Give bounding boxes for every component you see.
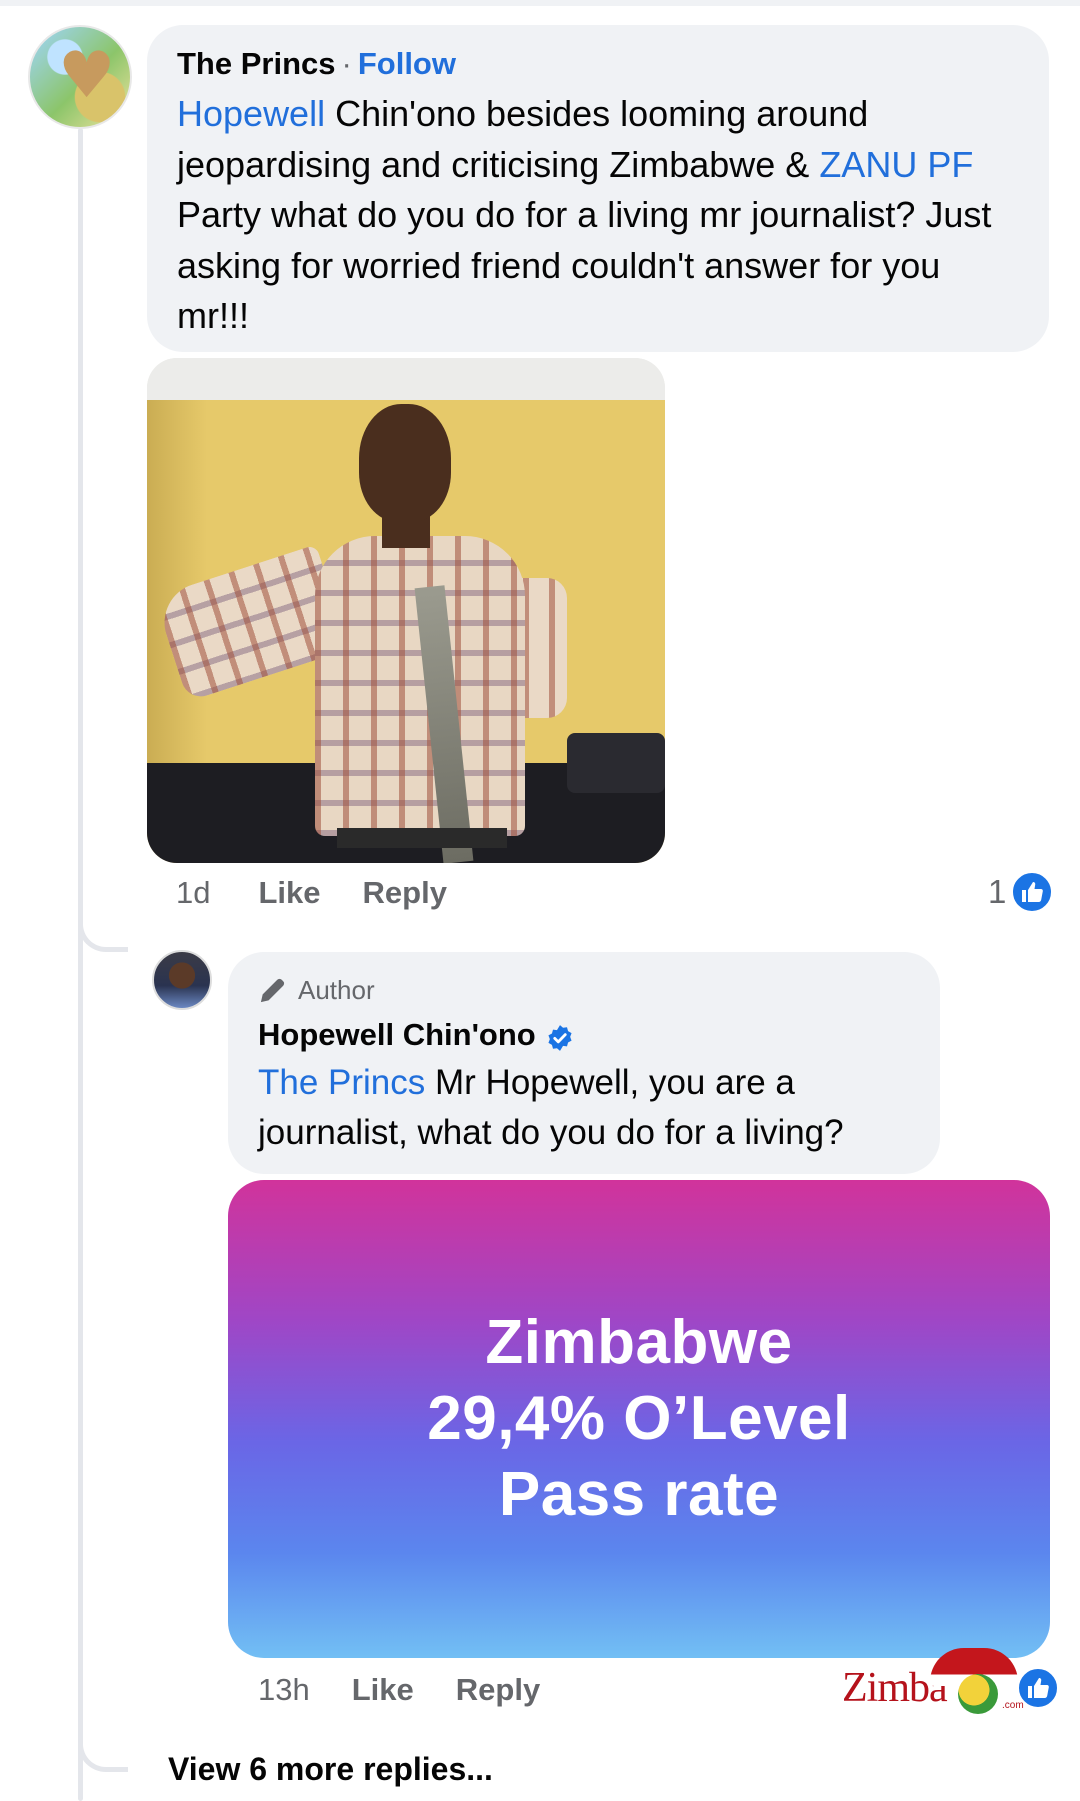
reply-author-name[interactable]: Hopewell Chin'ono xyxy=(258,1014,536,1056)
pen-icon xyxy=(258,975,288,1005)
follow-button[interactable]: Follow xyxy=(358,46,456,81)
image-text-line: Zimbabwe xyxy=(485,1308,793,1377)
reply-button[interactable]: Reply xyxy=(363,875,447,911)
reply-text: The Princs Mr Hopewell, you are a journa… xyxy=(258,1058,910,1158)
avatar-emblem-icon: ♥ xyxy=(58,38,116,113)
photo-shirt xyxy=(315,536,525,836)
author-badge: Author xyxy=(258,974,910,1006)
thread-connector-more xyxy=(78,1720,128,1772)
image-text-line: Pass rate xyxy=(498,1460,780,1529)
reply-timestamp[interactable]: 13h xyxy=(258,1672,310,1708)
image-text-line: 29,4% O’Level xyxy=(427,1384,851,1453)
watermark-suffix: .com xyxy=(1002,1700,1024,1711)
photo-sofa-arm xyxy=(567,733,665,793)
thread-connector xyxy=(78,900,128,952)
mention-link[interactable]: ZANU PF xyxy=(819,144,973,185)
like-button[interactable]: Like xyxy=(258,875,320,911)
mention-link[interactable]: The Princs xyxy=(258,1063,425,1102)
verified-icon xyxy=(546,1021,574,1051)
reply-header: Hopewell Chin'ono xyxy=(258,1014,910,1056)
avatar[interactable] xyxy=(152,950,212,1010)
comment-header: The Princs · Follow xyxy=(177,45,1019,83)
comment-actions: 1d Like Reply xyxy=(176,875,447,911)
photo-head xyxy=(359,404,451,522)
reply-image[interactable]: Zimbabwe 29,4% O’Level Pass rate xyxy=(228,1180,1050,1658)
author-badge-label: Author xyxy=(298,975,375,1005)
photo-shelf xyxy=(147,358,665,400)
comment-photo[interactable] xyxy=(147,358,665,863)
site-watermark: Zimba .com xyxy=(842,1648,1038,1718)
like-icon xyxy=(1010,870,1055,914)
thread-line xyxy=(78,128,83,1801)
avatar[interactable]: ♥ xyxy=(28,25,132,129)
comment-text: Hopewell Chin'ono besides looming around… xyxy=(177,89,1019,342)
reaction-count: 1 xyxy=(988,873,1007,910)
separator-dot: · xyxy=(341,46,352,81)
reply-button[interactable]: Reply xyxy=(456,1672,540,1708)
comment-author-name[interactable]: The Princs xyxy=(177,46,336,81)
top-divider xyxy=(0,0,1080,6)
mention-link[interactable]: Hopewell xyxy=(177,93,325,134)
reaction-summary[interactable]: 1 xyxy=(988,870,1055,914)
view-more-replies-link[interactable]: View 6 more replies... xyxy=(168,1751,493,1788)
comment-bubble: The Princs · Follow Hopewell Chin'ono besi… xyxy=(147,25,1049,352)
globe-icon xyxy=(958,1674,998,1714)
reply-bubble: Author Hopewell Chin'ono The Princs Mr H… xyxy=(228,952,940,1174)
reply-actions: 13h Like Reply xyxy=(258,1672,540,1708)
comment-text-part: Party what do you do for a living mr jou… xyxy=(177,194,992,336)
photo-belt xyxy=(337,828,507,848)
comment-timestamp[interactable]: 1d xyxy=(176,875,210,911)
like-button[interactable]: Like xyxy=(352,1672,414,1708)
